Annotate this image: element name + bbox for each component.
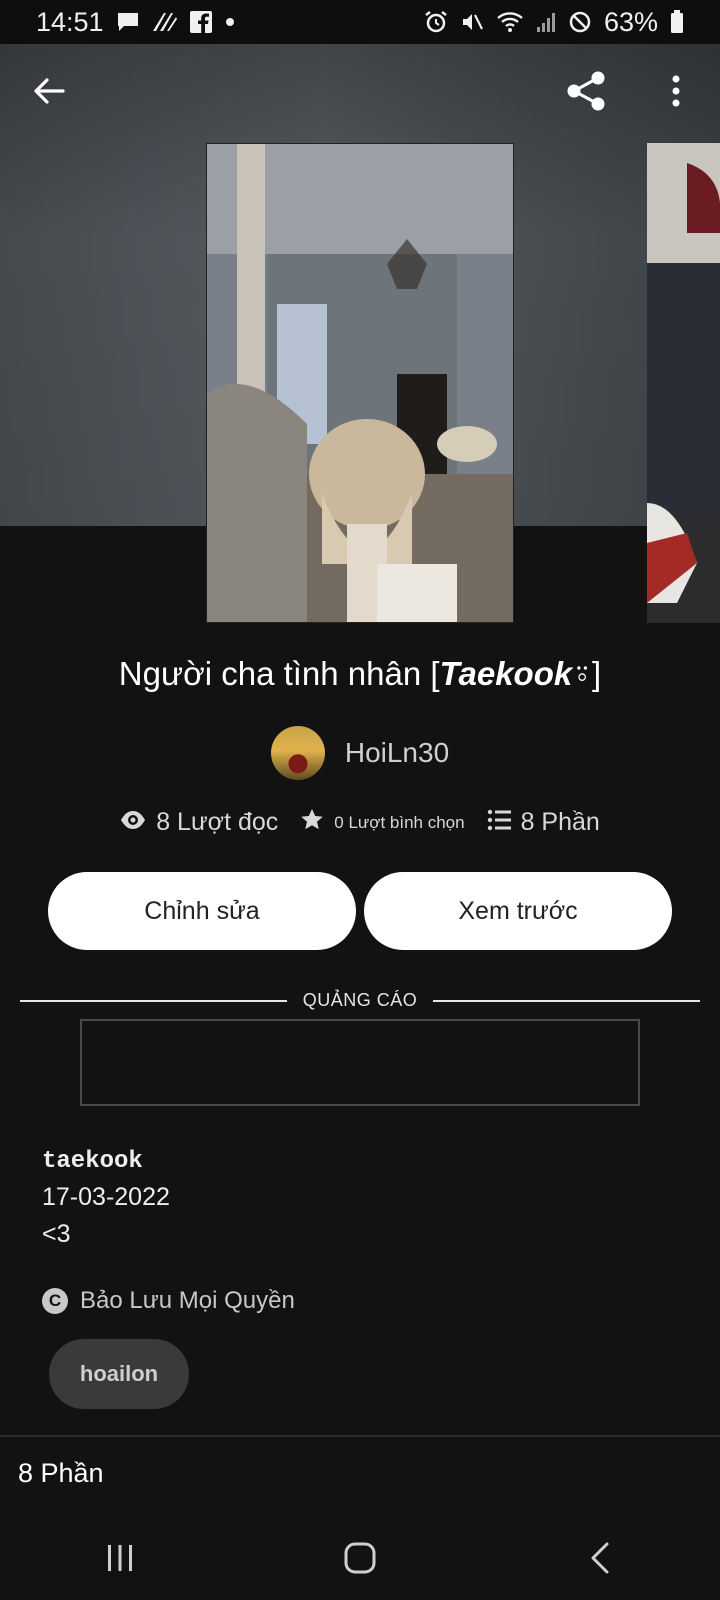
home-button[interactable] <box>320 1530 400 1590</box>
share-button[interactable] <box>562 68 612 118</box>
ad-divider-line-right <box>433 999 701 1002</box>
share-icon <box>565 69 609 118</box>
recents-button[interactable] <box>80 1530 160 1590</box>
next-cover-illustration <box>647 143 720 623</box>
battery-icon <box>670 10 684 34</box>
home-icon <box>343 1541 377 1580</box>
ad-slot[interactable] <box>80 1019 640 1106</box>
system-nav-bar <box>0 1520 720 1600</box>
story-title: Người cha tình nhân [Taekook⍤] <box>0 655 720 694</box>
votes-count: 0 Lượt bình chọn <box>334 812 465 832</box>
preview-button[interactable]: Xem trước <box>364 872 672 950</box>
copyright-row: C Bảo Lưu Mọi Quyền <box>42 1287 295 1315</box>
more-options-button[interactable] <box>660 68 692 118</box>
author-avatar[interactable] <box>270 726 325 780</box>
message-icon <box>116 11 140 33</box>
reads-count: 8 Lượt đọc <box>156 808 279 836</box>
votes-stat: 0 Lượt bình chọn <box>300 808 465 837</box>
story-title-text: Người cha tình nhân [ <box>118 655 440 692</box>
wifi-icon <box>496 10 524 34</box>
list-icon <box>487 809 511 836</box>
status-bar-right: 63% <box>424 7 684 38</box>
story-cover[interactable] <box>206 143 514 623</box>
signal-icon <box>536 11 556 33</box>
action-buttons: Chỉnh sửa Xem trước <box>48 872 672 950</box>
eye-icon <box>120 810 146 835</box>
parts-count: 8 Phần <box>520 808 600 836</box>
wattpad-notification-icon <box>152 11 178 33</box>
copyright-text: Bảo Lưu Mọi Quyền <box>80 1287 295 1314</box>
ad-divider: QUẢNG CÁO <box>20 990 701 1011</box>
status-bar: 14:51 63% <box>0 0 720 44</box>
top-app-bar <box>0 44 720 142</box>
chevron-left-icon <box>588 1541 612 1580</box>
description-line-3: <3 <box>42 1220 71 1248</box>
dot-icon <box>224 16 236 28</box>
battery-percent: 63% <box>603 6 658 37</box>
status-time: 14:51 <box>36 6 104 37</box>
back-button[interactable] <box>26 70 72 116</box>
ad-label: QUẢNG CÁO <box>302 990 418 1010</box>
back-nav-button[interactable] <box>560 1530 640 1590</box>
star-icon <box>300 808 324 837</box>
story-title-end: ⍤] <box>572 655 602 692</box>
tag-chip[interactable]: hoailon <box>49 1339 189 1409</box>
description-line-2: 17-03-2022 <box>42 1183 170 1211</box>
section-divider <box>0 1435 720 1437</box>
story-stats: 8 Lượt đọc 0 Lượt bình chọn 8 Phần <box>0 808 720 837</box>
description-line-1: taekook <box>42 1148 143 1175</box>
story-title-emphasis: Taekook <box>439 655 573 692</box>
mute-icon <box>460 10 484 34</box>
status-bar-left: 14:51 <box>36 7 236 38</box>
recents-icon <box>105 1543 135 1578</box>
parts-heading[interactable]: 8 Phần <box>18 1458 104 1489</box>
alarm-icon <box>424 10 448 34</box>
arrow-left-icon <box>33 77 65 110</box>
edit-button[interactable]: Chỉnh sửa <box>48 872 356 950</box>
reads-stat: 8 Lượt đọc <box>120 808 278 837</box>
next-cover-peek[interactable] <box>647 143 720 623</box>
author-row[interactable]: HoiLn30 <box>0 726 720 780</box>
author-name[interactable]: HoiLn30 <box>345 737 449 769</box>
more-vertical-icon <box>671 75 681 112</box>
ad-divider-line-left <box>20 999 287 1002</box>
cover-illustration <box>207 144 513 622</box>
facebook-icon <box>189 11 212 33</box>
story-description: taekook 17-03-2022 <3 <box>42 1148 170 1249</box>
parts-stat: 8 Phần <box>487 808 600 837</box>
copyright-icon: C <box>42 1288 68 1314</box>
block-icon <box>568 10 592 34</box>
